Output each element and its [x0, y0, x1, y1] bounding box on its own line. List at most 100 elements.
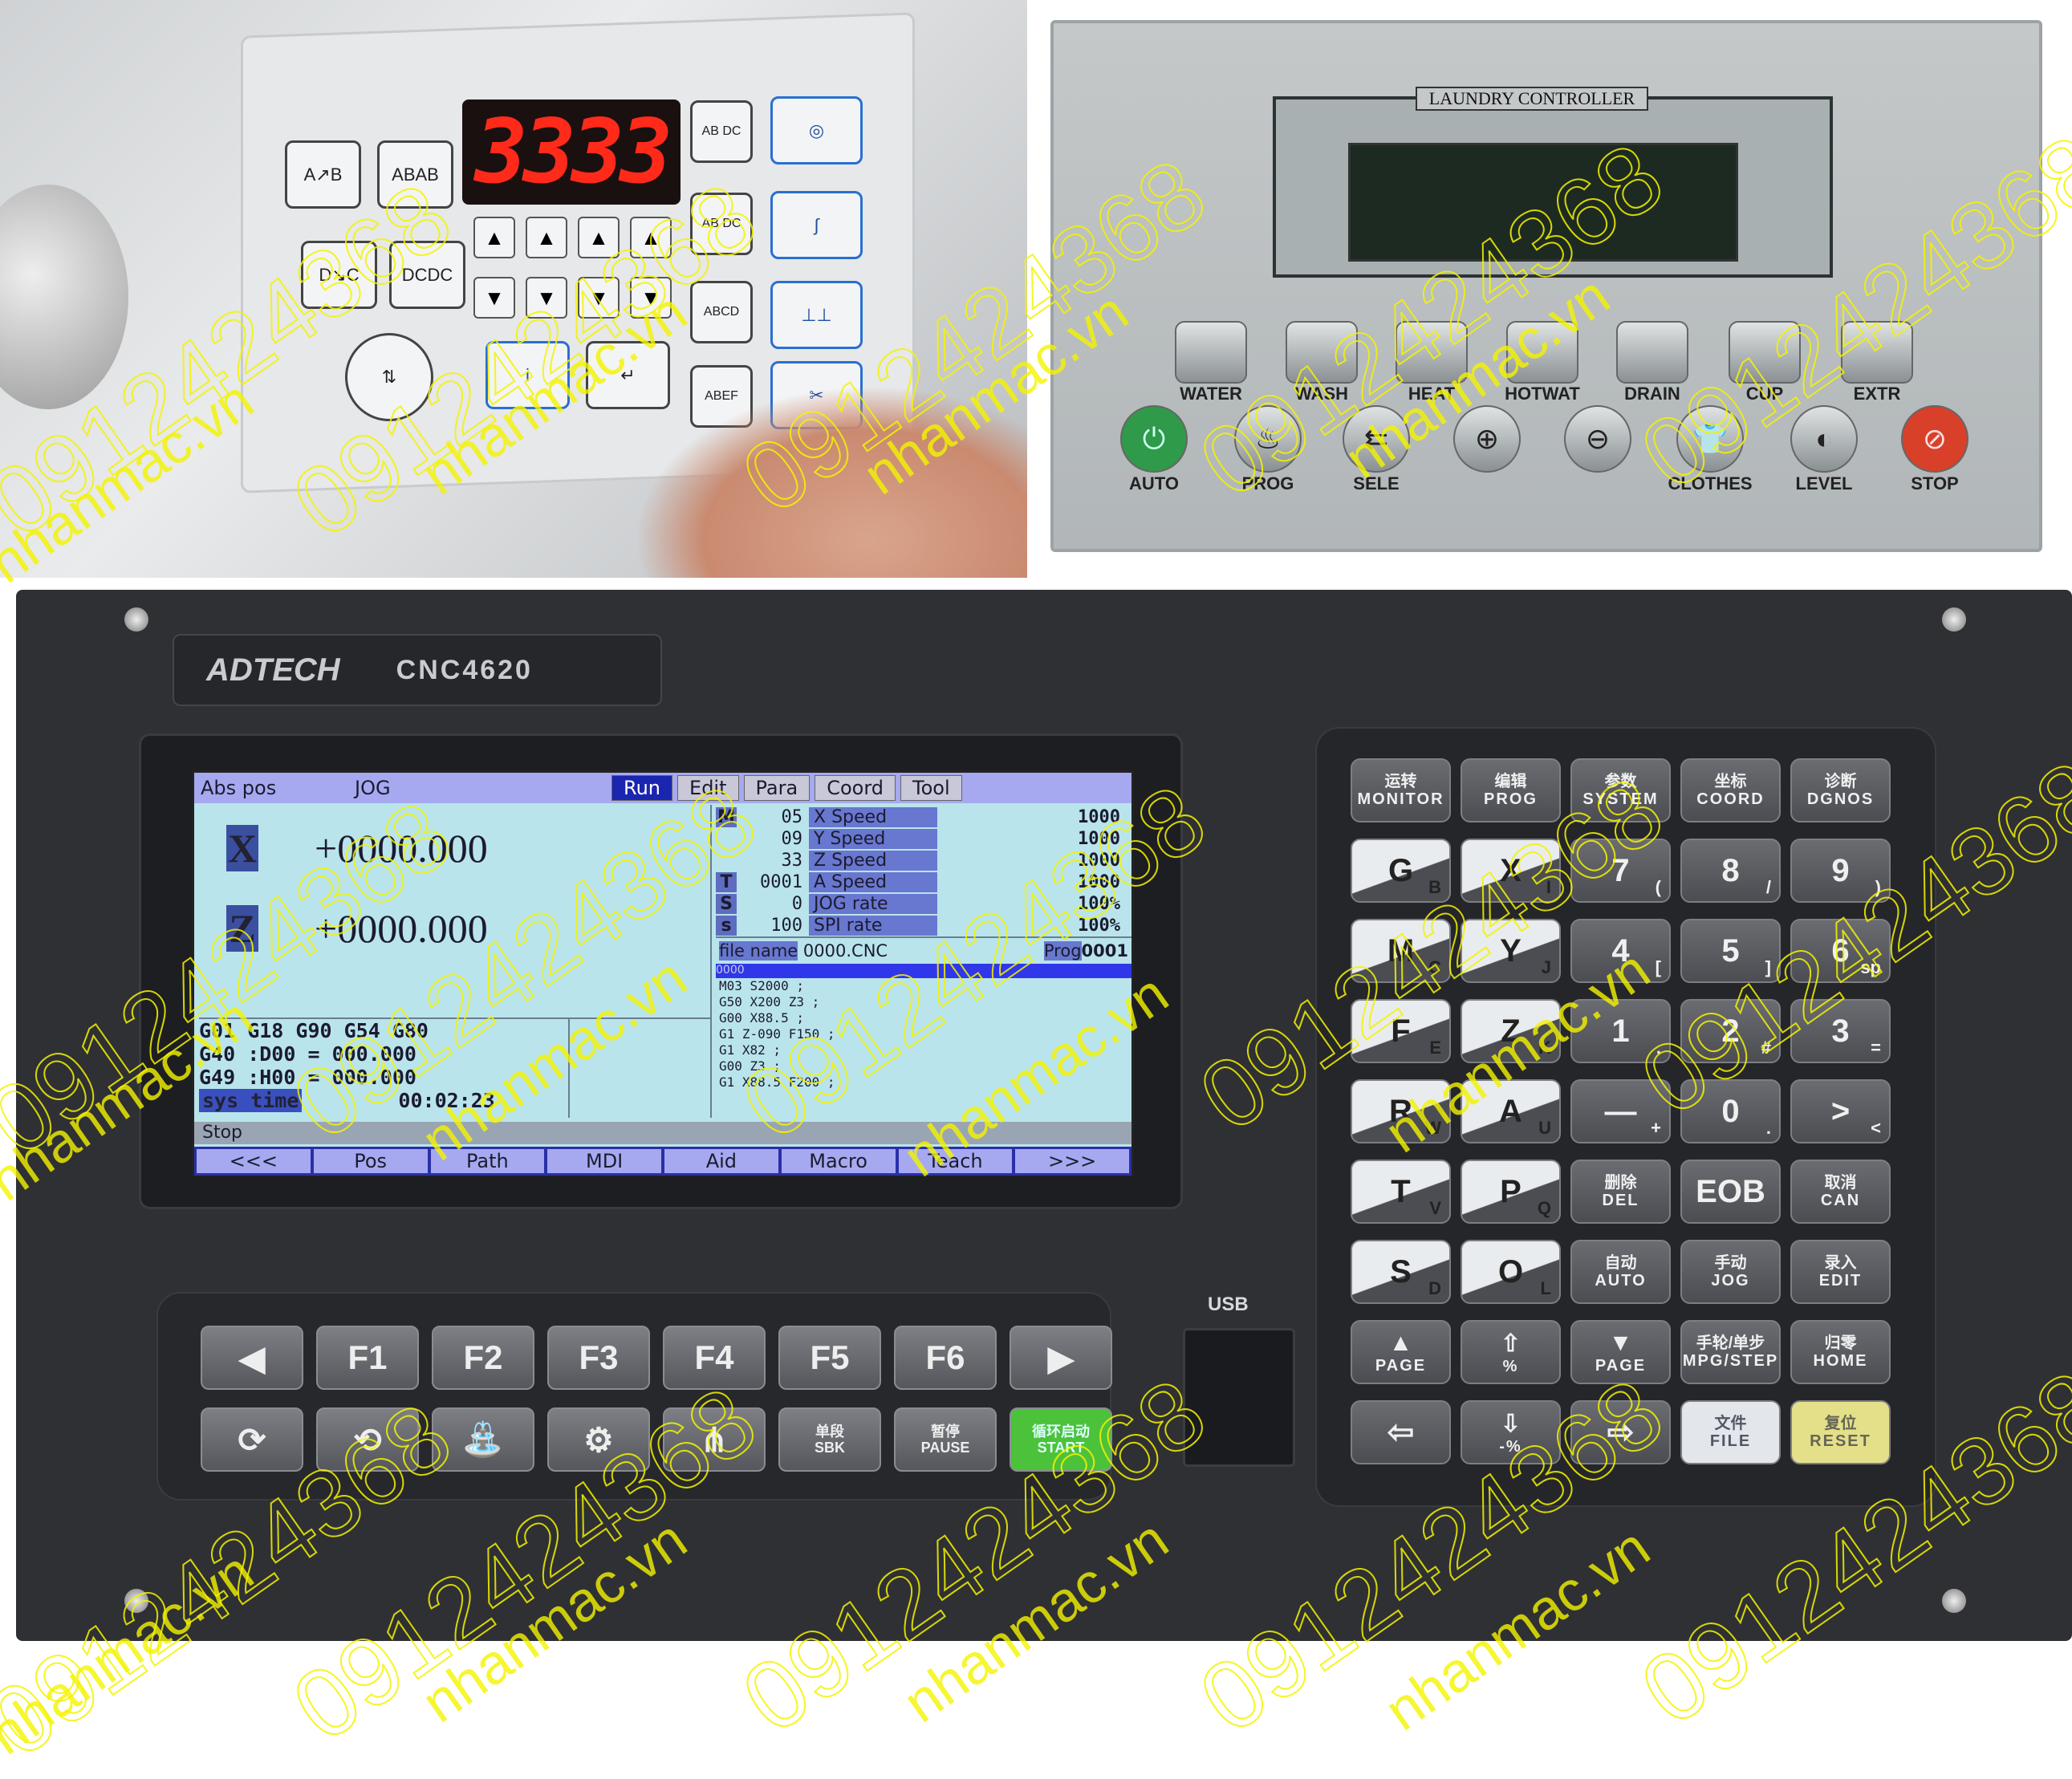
button-stop[interactable]: ⊘ [1901, 405, 1968, 473]
softkey-path[interactable]: Path [430, 1149, 545, 1173]
pattern-multi-key[interactable]: ABCD [690, 281, 753, 343]
key-home[interactable]: 归零 HOME [1790, 1320, 1891, 1384]
function-key-f4[interactable]: F4 [663, 1326, 766, 1390]
bartack-ab-key[interactable]: A↗B [285, 140, 361, 209]
softkey-teach[interactable]: Teach [898, 1149, 1013, 1173]
key-eob[interactable]: EOB [1680, 1160, 1781, 1224]
key-9[interactable]: 9) [1790, 839, 1891, 903]
down-arrow-key-3[interactable]: ▼ [578, 277, 620, 319]
key-coord[interactable]: 坐标 COORD [1680, 758, 1781, 822]
function-key-f3[interactable]: F3 [547, 1326, 650, 1390]
key-sbk[interactable]: 单段 SBK [778, 1407, 881, 1472]
tab-coord[interactable]: Coord [815, 775, 896, 801]
button-plus[interactable]: ⊕ [1453, 405, 1521, 473]
key-m[interactable]: MC [1351, 919, 1451, 983]
key-8[interactable]: 8/ [1680, 839, 1781, 903]
softkey-prev[interactable]: <<< [197, 1149, 311, 1173]
function-key-f5[interactable]: F5 [778, 1326, 881, 1390]
key-1[interactable]: 1. [1570, 999, 1671, 1063]
function-key-left[interactable]: ◀ [201, 1326, 303, 1390]
needle-position-key[interactable]: ⇅ [345, 333, 433, 421]
tab-edit[interactable]: Edit [677, 775, 739, 801]
key-4[interactable]: 4[ [1570, 919, 1671, 983]
key-key-71[interactable]: ⇧% [1461, 1320, 1561, 1384]
softkey-pos[interactable]: Pos [313, 1149, 428, 1173]
key-0[interactable]: 0. [1680, 1079, 1781, 1143]
up-arrow-key-3[interactable]: ▲ [578, 217, 620, 258]
spindle-ccw-key[interactable]: ⟲ [316, 1407, 419, 1472]
key-auto[interactable]: 自动 AUTO [1570, 1240, 1671, 1304]
key-s[interactable]: SD [1351, 1240, 1451, 1304]
info-key[interactable]: i [485, 341, 570, 409]
key-reset[interactable]: 复位 RESET [1790, 1400, 1891, 1464]
key-key[interactable]: ⇦ [1351, 1400, 1451, 1464]
key-3[interactable]: 3 = [1790, 999, 1891, 1063]
pattern-abcde-key[interactable]: AB DC [690, 193, 753, 255]
down-arrow-key-1[interactable]: ▼ [473, 277, 515, 319]
key-key-81[interactable]: ⇩ -% [1461, 1400, 1561, 1464]
button-hotwat[interactable] [1506, 321, 1578, 384]
key-jog[interactable]: 手动 JOG [1680, 1240, 1781, 1304]
key-prog[interactable]: 编辑 PROG [1461, 758, 1561, 822]
button-extr[interactable] [1841, 321, 1913, 384]
tab-run[interactable]: Run [611, 775, 673, 801]
key-a[interactable]: AU [1461, 1079, 1561, 1143]
button-water[interactable] [1175, 321, 1247, 384]
pattern-abcd-key[interactable]: AB DC [690, 100, 753, 163]
function-key-f6[interactable]: F6 [894, 1326, 997, 1390]
key-g[interactable]: GB [1351, 839, 1451, 903]
bartack-dc-key[interactable]: D↘C [301, 241, 377, 309]
coolant-key[interactable]: ⛲ [432, 1407, 534, 1472]
button-auto[interactable]: ⏻ [1120, 405, 1188, 473]
key-y[interactable]: YJ [1461, 919, 1561, 983]
key-t[interactable]: TV [1351, 1160, 1451, 1224]
key-can[interactable]: 取消 CAN [1790, 1160, 1891, 1224]
down-arrow-key-2[interactable]: ▼ [526, 277, 567, 319]
key-edit[interactable]: 录入 EDIT [1790, 1240, 1891, 1304]
button-prog[interactable]: ♨ [1234, 405, 1302, 473]
key-2[interactable]: 2 # [1680, 999, 1781, 1063]
button-drain[interactable] [1616, 321, 1688, 384]
key-f[interactable]: FE [1351, 999, 1451, 1063]
key-key[interactable]: > < [1790, 1079, 1891, 1143]
down-arrow-key-4[interactable]: ▼ [630, 277, 672, 319]
presser-foot-key[interactable]: ◎ [770, 96, 863, 164]
button-level[interactable]: ◐ [1790, 405, 1858, 473]
softkey-mdi[interactable]: MDI [547, 1149, 661, 1173]
key-file[interactable]: 文件 FILE [1680, 1400, 1781, 1464]
function-key-f1[interactable]: F1 [316, 1326, 419, 1390]
key-mpg-step[interactable]: 手轮/单步 MPG/STEP [1680, 1320, 1781, 1384]
tab-para[interactable]: Para [743, 775, 811, 801]
usb-port[interactable] [1183, 1328, 1295, 1467]
button-heat[interactable] [1396, 321, 1468, 384]
function-key-right[interactable]: ▶ [1010, 1326, 1112, 1390]
tab-tool[interactable]: Tool [900, 775, 962, 801]
key-monitor[interactable]: 运转 MONITOR [1351, 758, 1451, 822]
bartack-dcdc-key[interactable]: DCDC [389, 241, 465, 309]
key-6[interactable]: 6 sp [1790, 919, 1891, 983]
button-clothes[interactable]: 👕 [1676, 405, 1744, 473]
key-pause[interactable]: 暂停 PAUSE [894, 1407, 997, 1472]
bartack-abab-key[interactable]: ABAB [377, 140, 453, 209]
up-arrow-key-1[interactable]: ▲ [473, 217, 515, 258]
key-o[interactable]: OL [1461, 1240, 1561, 1304]
key-r[interactable]: RW [1351, 1079, 1451, 1143]
spindle-stop-key[interactable]: ⚙ [547, 1407, 650, 1472]
key-7[interactable]: 7( [1570, 839, 1671, 903]
softkey-aid[interactable]: Aid [664, 1149, 778, 1173]
button-sele[interactable]: ⇇ [1343, 405, 1410, 473]
button-minus[interactable]: ⊖ [1564, 405, 1631, 473]
soft-start-key[interactable]: ∫ [770, 191, 863, 259]
stitch-count-key[interactable]: ⊥⊥ [770, 281, 863, 349]
key-key[interactable]: ⇨ [1570, 1400, 1671, 1464]
softkey-next[interactable]: >>> [1015, 1149, 1129, 1173]
key-key[interactable]: — + [1570, 1079, 1671, 1143]
spindle-cw-key[interactable]: ⟳ [201, 1407, 303, 1472]
button-cup[interactable] [1729, 321, 1801, 384]
up-arrow-key-4[interactable]: ▲ [630, 217, 672, 258]
up-arrow-key-2[interactable]: ▲ [526, 217, 567, 258]
key-start[interactable]: 循环启动 START [1010, 1407, 1112, 1472]
softkey-macro[interactable]: Macro [781, 1149, 896, 1173]
tool-change-key[interactable]: ⋔ [663, 1407, 766, 1472]
function-key-f2[interactable]: F2 [432, 1326, 534, 1390]
